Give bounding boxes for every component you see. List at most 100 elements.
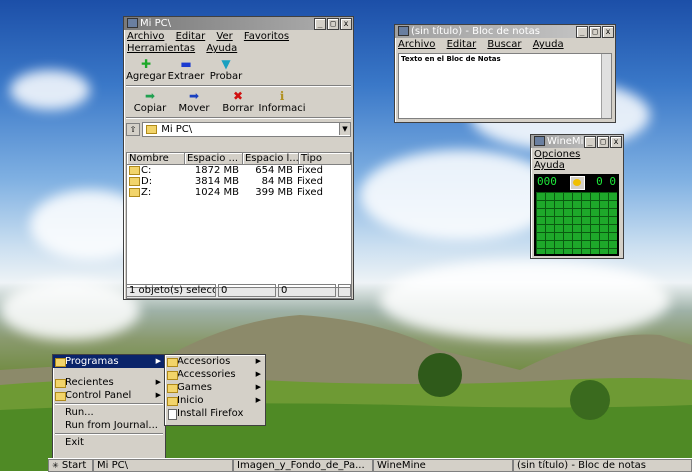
explorer-window: Mi PC\ _ □ x Archivo Editar Ver Favorito… <box>123 16 354 300</box>
menu-archivo[interactable]: Archivo <box>398 39 435 50</box>
extraer-button[interactable]: ▬ Extraer <box>168 57 205 83</box>
submenu-item-games[interactable]: Games ▶ <box>165 381 265 394</box>
probar-button[interactable]: ▼ Probar <box>208 58 244 83</box>
submenu-item-accesorios[interactable]: Accesorios ▶ <box>165 355 265 368</box>
folder-icon <box>167 358 178 367</box>
folder-icon <box>167 371 178 380</box>
menu-buscar[interactable]: Buscar <box>487 39 521 50</box>
address-combo[interactable]: Mi PC\ ▼ <box>142 122 351 137</box>
menu-archivo[interactable]: Archivo <box>127 31 164 42</box>
close-button[interactable]: x <box>340 18 352 30</box>
menu-opciones[interactable]: Opciones <box>534 149 580 160</box>
start-menu: Programas ▶ Recientes ▶ Control Panel ▶ Run… <box>52 354 166 460</box>
menu-item-programas[interactable]: Programas ▶ <box>53 355 165 368</box>
move-arrow-icon: ➡ <box>188 89 200 103</box>
menu-ayuda[interactable]: Ayuda <box>534 160 565 171</box>
notepad-window: (sin título) - Bloc de notas _ □ x Archi… <box>394 24 616 123</box>
informacion-button[interactable]: ℹ Informaci <box>259 89 306 115</box>
menu-item-control-panel[interactable]: Control Panel ▶ <box>53 389 165 402</box>
timer: 0 0 <box>596 175 616 188</box>
menu-editar[interactable]: Editar <box>176 31 206 42</box>
minimize-button[interactable]: _ <box>584 136 596 148</box>
drive-icon <box>129 187 140 197</box>
winemine-menubar: Opciones Ayuda <box>531 148 623 172</box>
minimize-button[interactable]: _ <box>576 26 588 38</box>
winemine-titlebar[interactable]: WineMine _ □ x <box>531 135 623 148</box>
folder-icon <box>167 397 178 406</box>
file-toolbar: ➡ Copiar ➡ Mover ✖ Borrar ℹ Informaci <box>124 88 353 116</box>
notepad-content: Texto en el Bloc de Notas <box>401 55 501 63</box>
mine-icon <box>534 136 545 146</box>
notepad-icon <box>398 26 409 36</box>
menu-herramientas[interactable]: Herramientas <box>127 43 195 54</box>
maximize-button[interactable]: □ <box>597 136 609 148</box>
chevron-right-icon: ▶ <box>155 391 161 399</box>
notepad-titlebar[interactable]: (sin título) - Bloc de notas _ □ x <box>395 25 615 38</box>
menu-ver[interactable]: Ver <box>216 31 232 42</box>
menu-item-run-from-journal[interactable]: Run from Journal... <box>53 419 165 432</box>
winemine-window: WineMine _ □ x Opciones Ayuda 000 0 0 <box>530 134 624 259</box>
status-bar: 1 objeto(s) selecc 0 0 <box>126 284 351 297</box>
menu-editar[interactable]: Editar <box>447 39 477 50</box>
column-tipo[interactable]: Tipo <box>298 153 352 165</box>
submenu-item-accessories[interactable]: Accessories ▶ <box>165 368 265 381</box>
folder-icon <box>146 124 157 134</box>
notepad-text-area[interactable]: Texto en el Bloc de Notas <box>398 53 612 119</box>
list-item[interactable]: C: 1872 MB 654 MB Fixed <box>127 165 351 176</box>
address-value: Mi PC\ <box>161 124 193 135</box>
folder-icon <box>55 358 66 367</box>
delete-icon: ✖ <box>232 89 244 103</box>
maximize-button[interactable]: □ <box>589 26 601 38</box>
submenu-item-inicio[interactable]: Inicio ▶ <box>165 394 265 407</box>
minesweeper-board: 000 0 0 <box>534 174 619 256</box>
list-header: Nombre Espacio ... Espacio l... Tipo <box>127 153 352 165</box>
list-item[interactable]: Z: 1024 MB 399 MB Fixed <box>127 187 351 198</box>
menu-item-recientes[interactable]: Recientes ▶ <box>53 376 165 389</box>
chevron-right-icon: ▶ <box>255 357 261 365</box>
minus-icon: ▬ <box>180 57 192 71</box>
menu-item-exit[interactable]: Exit <box>53 436 165 449</box>
chevron-right-icon: ▶ <box>155 378 161 386</box>
explorer-title: Mi PC\ <box>140 18 171 29</box>
task-explorer[interactable]: Mi PC\ <box>93 459 233 472</box>
explorer-titlebar[interactable]: Mi PC\ _ □ x <box>124 17 353 30</box>
task-wallpaper[interactable]: Imagen_y_Fondo_de_Pa... <box>233 459 373 472</box>
maximize-button[interactable]: □ <box>327 18 339 30</box>
chevron-right-icon: ▶ <box>255 396 261 404</box>
menu-item-run[interactable]: Run... <box>53 406 165 419</box>
status-free: 0 <box>278 284 336 297</box>
start-button[interactable]: ✳ Start <box>48 459 93 472</box>
minimize-button[interactable]: _ <box>314 18 326 30</box>
notepad-title: (sin título) - Bloc de notas <box>411 26 540 37</box>
start-icon: ✳ <box>52 461 59 470</box>
close-button[interactable]: x <box>602 26 614 38</box>
plus-icon: ✚ <box>140 57 152 71</box>
submenu-item-install-firefox[interactable]: Install Firefox <box>165 407 265 420</box>
status-size: 0 <box>218 284 276 297</box>
info-icon: ℹ <box>279 89 285 103</box>
up-folder-icon[interactable]: ⇧ <box>126 123 140 136</box>
menu-ayuda[interactable]: Ayuda <box>533 39 564 50</box>
list-item[interactable]: D: 3814 MB 84 MB Fixed <box>127 176 351 187</box>
mover-button[interactable]: ➡ Mover <box>176 89 212 115</box>
copy-arrow-icon: ➡ <box>144 89 156 103</box>
chevron-right-icon: ▶ <box>255 370 261 378</box>
chevron-right-icon: ▶ <box>255 383 261 391</box>
column-espacio-total[interactable]: Espacio ... <box>184 153 243 165</box>
task-notepad[interactable]: (sin título) - Bloc de notas <box>513 459 692 472</box>
file-icon <box>168 409 177 420</box>
column-nombre[interactable]: Nombre <box>127 153 185 165</box>
column-espacio-libre[interactable]: Espacio l... <box>242 153 299 165</box>
borrar-button[interactable]: ✖ Borrar <box>220 89 256 115</box>
folder-icon <box>55 392 66 401</box>
copiar-button[interactable]: ➡ Copiar <box>132 89 168 115</box>
menu-favoritos[interactable]: Favoritos <box>244 31 289 42</box>
mine-grid[interactable] <box>536 192 617 254</box>
chevron-down-icon[interactable]: ▼ <box>339 123 350 135</box>
smiley-face-button[interactable] <box>570 176 585 190</box>
task-winemine[interactable]: WineMine <box>373 459 513 472</box>
agregar-button[interactable]: ✚ Agregar <box>126 57 166 83</box>
close-button[interactable]: x <box>610 136 622 148</box>
menu-ayuda[interactable]: Ayuda <box>206 43 237 54</box>
vertical-scrollbar[interactable] <box>601 54 611 118</box>
